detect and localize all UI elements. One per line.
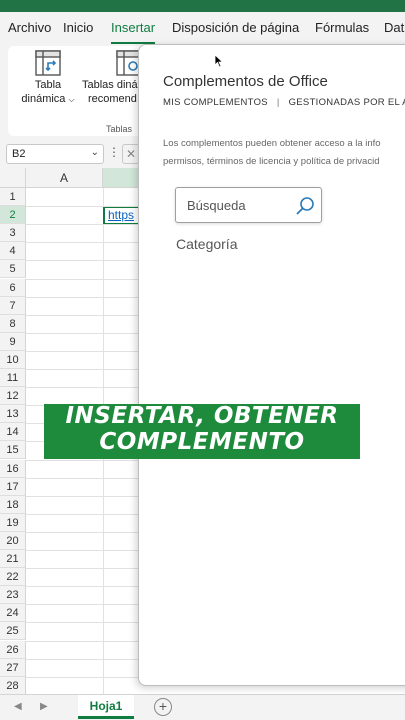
- ribbon-tabs: Archivo Inicio Insertar Disposición de p…: [0, 12, 405, 45]
- tab-formulas[interactable]: Fórmulas: [315, 20, 369, 35]
- row-header[interactable]: 14: [0, 423, 26, 442]
- row-header[interactable]: 5: [0, 260, 26, 279]
- row-header[interactable]: 22: [0, 568, 26, 587]
- row-header[interactable]: 8: [0, 314, 26, 333]
- sheet-next-icon[interactable]: ▶: [40, 701, 48, 712]
- tab-admin-managed[interactable]: GESTIONADAS POR EL ADM: [289, 97, 405, 108]
- row-header[interactable]: 19: [0, 513, 26, 532]
- row-header[interactable]: 17: [0, 477, 26, 496]
- more-options-icon[interactable]: ⋮: [108, 145, 120, 159]
- row-header[interactable]: 7: [0, 296, 26, 315]
- office-addins-dialog: Complementos de Office MIS COMPLEMENTOS …: [138, 44, 405, 686]
- row-header[interactable]: 1: [0, 188, 26, 206]
- row-header[interactable]: 23: [0, 586, 26, 605]
- row-header[interactable]: 13: [0, 405, 26, 424]
- sheet-prev-icon[interactable]: ◀: [14, 701, 22, 712]
- tab-my-addins[interactable]: MIS COMPLEMENTOS: [163, 97, 268, 108]
- dialog-description-line-2: permisos, términos de licencia y polític…: [163, 156, 380, 167]
- chevron-down-icon: ⌵: [68, 95, 75, 104]
- pivot-table-label-1: Tabla: [34, 79, 62, 91]
- pivot-table-label-2: dinámica ⌵: [12, 92, 84, 107]
- group-label-tablas: Tablas: [106, 124, 133, 134]
- caption-overlay: INSERTAR, OBTENER COMPLEMENTO: [44, 403, 360, 459]
- name-box[interactable]: B2 ⌄: [6, 144, 104, 164]
- row-header[interactable]: 27: [0, 658, 26, 677]
- row-header[interactable]: 20: [0, 531, 26, 550]
- excel-title-strip: [0, 0, 405, 12]
- tab-archivo[interactable]: Archivo: [8, 20, 51, 35]
- row-header[interactable]: 15: [0, 441, 26, 460]
- row-header[interactable]: 26: [0, 640, 26, 659]
- row-header[interactable]: 6: [0, 278, 26, 297]
- row-header[interactable]: 9: [0, 332, 26, 351]
- row-header[interactable]: 25: [0, 622, 26, 641]
- dialog-tabs: MIS COMPLEMENTOS | GESTIONADAS POR EL AD…: [163, 97, 405, 108]
- row-header[interactable]: 10: [0, 350, 26, 369]
- cell-b2-text: https: [108, 208, 135, 222]
- mouse-cursor-icon: [214, 54, 224, 68]
- dialog-description-line-1: Los complementos pueden obtener acceso a…: [163, 138, 381, 149]
- caption-line-2: COMPLEMENTO: [99, 429, 305, 455]
- caption-line-1: INSERTAR, OBTENER: [65, 403, 339, 429]
- row-header[interactable]: 18: [0, 495, 26, 514]
- sheet-tab-hoja1[interactable]: Hoja1: [78, 695, 134, 719]
- row-header[interactable]: 28: [0, 676, 26, 695]
- row-header[interactable]: 4: [0, 242, 26, 261]
- search-input[interactable]: Búsqueda: [187, 198, 246, 213]
- tab-insertar[interactable]: Insertar: [111, 20, 155, 35]
- row-header[interactable]: 21: [0, 550, 26, 568]
- tab-disposicion-pagina[interactable]: Disposición de página: [172, 20, 299, 35]
- name-box-value: B2: [12, 148, 26, 160]
- add-sheet-button[interactable]: +: [154, 698, 172, 716]
- pivot-table-button[interactable]: Tabla dinámica ⌵: [12, 50, 84, 107]
- row-header[interactable]: 11: [0, 369, 26, 387]
- column-header-a[interactable]: A: [26, 168, 103, 188]
- tab-separator: |: [276, 97, 280, 108]
- addin-search-box[interactable]: Búsqueda: [175, 187, 322, 223]
- row-header[interactable]: 16: [0, 459, 26, 478]
- pivot-table-label-2-text: dinámica: [21, 93, 66, 105]
- tab-datos[interactable]: Dat: [384, 20, 404, 35]
- pivot-table-icon: [35, 50, 61, 76]
- search-icon[interactable]: [295, 196, 315, 216]
- sheet-tab-bar: ◀ ▶ Hoja1 +: [0, 694, 405, 720]
- tab-inicio[interactable]: Inicio: [63, 20, 93, 35]
- select-all-corner[interactable]: [0, 168, 26, 188]
- row-header[interactable]: 12: [0, 387, 26, 406]
- dialog-description: Los complementos pueden obtener acceso a…: [163, 135, 405, 171]
- row-header[interactable]: 24: [0, 604, 26, 623]
- row-header[interactable]: 2: [0, 206, 26, 225]
- chevron-down-icon[interactable]: ⌄: [91, 147, 99, 158]
- row-header[interactable]: 3: [0, 224, 26, 243]
- dialog-title: Complementos de Office: [163, 73, 328, 90]
- category-label: Categoría: [176, 236, 238, 252]
